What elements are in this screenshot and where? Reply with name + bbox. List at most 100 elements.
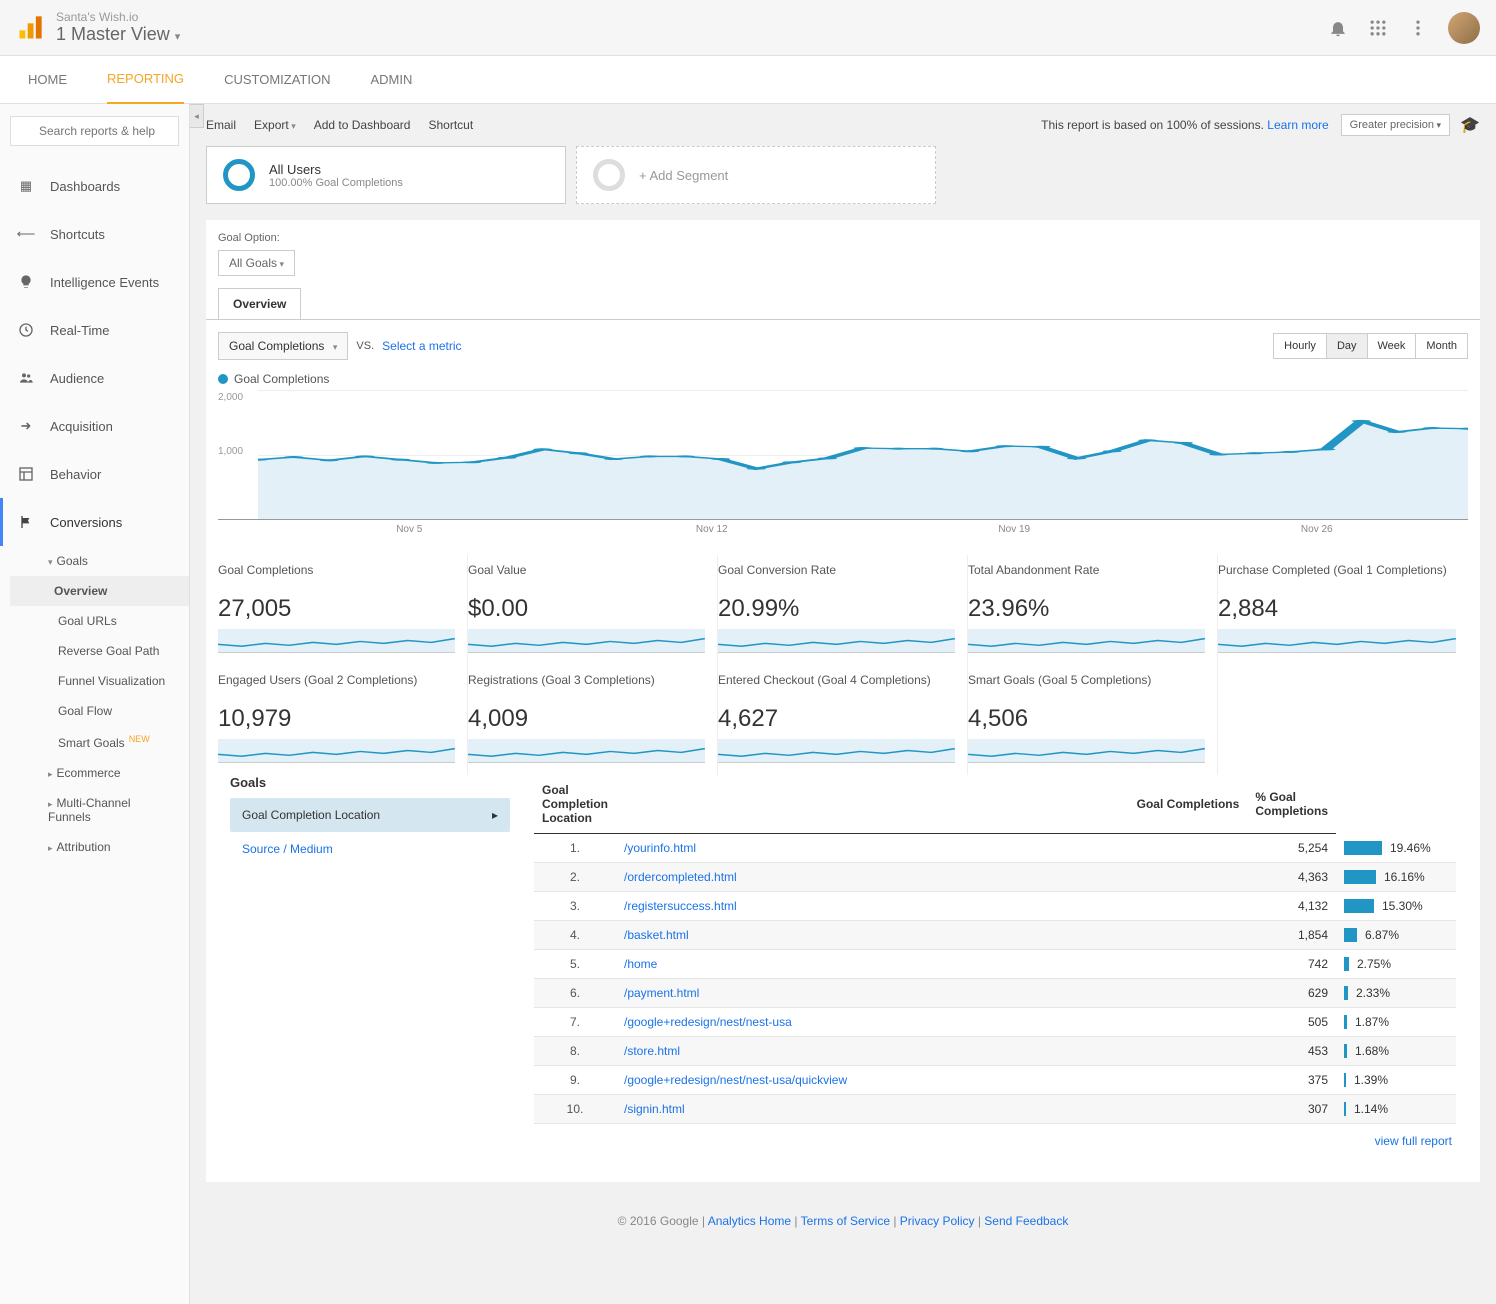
tab-customization[interactable]: CUSTOMIZATION (224, 56, 330, 103)
metric-card[interactable]: Purchase Completed (Goal 1 Completions) … (1218, 555, 1468, 665)
sidebar-group-multichannel[interactable]: Multi-Channel Funnels (20, 788, 179, 832)
sparkline (718, 739, 955, 763)
metric-card[interactable]: Goal Completions 27,005 (218, 555, 468, 665)
table-row: 5. /home 742 2.75% (534, 950, 1456, 979)
dim-goal-location[interactable]: Goal Completion Location▸ (230, 798, 510, 832)
sidebar: ▦Dashboards ⟵Shortcuts Intelligence Even… (0, 104, 190, 1304)
sparkline (968, 629, 1205, 653)
time-day[interactable]: Day (1326, 333, 1368, 359)
time-hourly[interactable]: Hourly (1273, 333, 1327, 359)
location-link[interactable]: /google+redesign/nest/nest-usa (616, 1008, 1247, 1037)
sparkline (218, 629, 455, 653)
add-dashboard-button[interactable]: Add to Dashboard (314, 118, 411, 132)
sidebar-item-audience[interactable]: Audience (10, 354, 179, 402)
location-link[interactable]: /signin.html (616, 1095, 1247, 1124)
sparkline (968, 739, 1205, 763)
metric-card[interactable]: Registrations (Goal 3 Completions) 4,009 (468, 665, 718, 775)
legend-dot-icon (218, 374, 228, 384)
sidebar-group-ecommerce[interactable]: Ecommerce (20, 758, 179, 788)
footer-link[interactable]: Analytics Home (708, 1214, 791, 1228)
vs-label: VS. (356, 340, 374, 352)
footer-link[interactable]: Send Feedback (984, 1214, 1068, 1228)
sidebar-item-acquisition[interactable]: ➜Acquisition (10, 402, 179, 450)
learn-more-link[interactable]: Learn more (1267, 118, 1328, 132)
metric-card[interactable]: Entered Checkout (Goal 4 Completions) 4,… (718, 665, 968, 775)
table-row: 6. /payment.html 629 2.33% (534, 979, 1456, 1008)
inner-tab-overview[interactable]: Overview (218, 288, 301, 319)
primary-metric-select[interactable]: Goal Completions (218, 332, 348, 360)
location-link[interactable]: /yourinfo.html (616, 834, 1247, 863)
clock-icon (16, 320, 36, 340)
tab-reporting[interactable]: REPORTING (107, 55, 184, 105)
avatar[interactable] (1448, 12, 1480, 44)
sidebar-sub-goal-urls[interactable]: Goal URLs (20, 606, 179, 636)
sparkline (468, 629, 705, 653)
legend-label: Goal Completions (234, 372, 329, 386)
chevron-right-icon: ▸ (492, 808, 498, 822)
location-link[interactable]: /basket.html (616, 921, 1247, 950)
sidebar-item-behavior[interactable]: Behavior (10, 450, 179, 498)
segment-all-users[interactable]: All Users 100.00% Goal Completions (206, 146, 566, 204)
apps-grid-icon[interactable] (1368, 18, 1388, 38)
sidebar-item-dashboards[interactable]: ▦Dashboards (10, 162, 179, 210)
location-link[interactable]: /payment.html (616, 979, 1247, 1008)
time-week[interactable]: Week (1367, 333, 1417, 359)
metric-card[interactable]: Smart Goals (Goal 5 Completions) 4,506 (968, 665, 1218, 775)
location-link[interactable]: /ordercompleted.html (616, 863, 1247, 892)
sidebar-group-goals[interactable]: Goals (20, 546, 179, 576)
sidebar-sub-overview[interactable]: Overview (10, 576, 189, 606)
footer-link[interactable]: Terms of Service (801, 1214, 890, 1228)
sparkline (218, 739, 455, 763)
footer-link[interactable]: Privacy Policy (900, 1214, 975, 1228)
goal-option-select[interactable]: All Goals (218, 250, 295, 276)
sidebar-item-realtime[interactable]: Real-Time (10, 306, 179, 354)
metric-card[interactable]: Total Abandonment Rate 23.96% (968, 555, 1218, 665)
table-row: 8. /store.html 453 1.68% (534, 1037, 1456, 1066)
more-vert-icon[interactable] (1408, 18, 1428, 38)
location-link[interactable]: /home (616, 950, 1247, 979)
shortcut-icon: ⟵ (16, 224, 36, 244)
sidebar-item-intelligence[interactable]: Intelligence Events (10, 258, 179, 306)
table-row: 2. /ordercompleted.html 4,363 16.16% (534, 863, 1456, 892)
sidebar-sub-reverse-goal[interactable]: Reverse Goal Path (20, 636, 179, 666)
secondary-metric-link[interactable]: Select a metric (382, 339, 461, 353)
time-month[interactable]: Month (1415, 333, 1468, 359)
view-full-report-link[interactable]: view full report (534, 1124, 1456, 1158)
new-badge: NEW (129, 734, 150, 744)
add-segment-button[interactable]: + Add Segment (576, 146, 936, 204)
metric-card[interactable]: Goal Conversion Rate 20.99% (718, 555, 968, 665)
precision-select[interactable]: Greater precision (1341, 114, 1450, 136)
sidebar-collapse-handle[interactable]: ◂ (190, 104, 204, 128)
metric-card[interactable]: Engaged Users (Goal 2 Completions) 10,97… (218, 665, 468, 775)
property-name: Santa's Wish.io (56, 10, 180, 24)
segment-circle-empty-icon (593, 159, 625, 191)
location-link[interactable]: /registersuccess.html (616, 892, 1247, 921)
table-row: 7. /google+redesign/nest/nest-usa 505 1.… (534, 1008, 1456, 1037)
metric-card[interactable]: Goal Value $0.00 (468, 555, 718, 665)
shortcut-button[interactable]: Shortcut (428, 118, 473, 132)
layout-icon (16, 464, 36, 484)
sidebar-sub-goal-flow[interactable]: Goal Flow (20, 696, 179, 726)
location-link[interactable]: /google+redesign/nest/nest-usa/quickview (616, 1066, 1247, 1095)
sidebar-group-attribution[interactable]: Attribution (20, 832, 179, 862)
search-input[interactable] (10, 116, 179, 146)
sidebar-item-shortcuts[interactable]: ⟵Shortcuts (10, 210, 179, 258)
flag-icon (16, 512, 36, 532)
export-button[interactable]: Export (254, 118, 296, 132)
sparkline (1218, 629, 1456, 653)
primary-tabs: HOME REPORTING CUSTOMIZATION ADMIN (0, 56, 1496, 104)
sidebar-sub-smart-goals[interactable]: Smart GoalsNEW (20, 726, 179, 758)
sidebar-item-conversions[interactable]: Conversions (10, 498, 179, 546)
segment-circle-icon (223, 159, 255, 191)
cap-icon[interactable]: 🎓 (1460, 115, 1480, 135)
sparkline (718, 629, 955, 653)
table-row: 9. /google+redesign/nest/nest-usa/quickv… (534, 1066, 1456, 1095)
bell-icon[interactable] (1328, 18, 1348, 38)
dim-source-medium[interactable]: Source / Medium (230, 832, 510, 866)
email-button[interactable]: Email (206, 118, 236, 132)
view-selector[interactable]: 1 Master View ▾ (56, 24, 180, 45)
tab-admin[interactable]: ADMIN (370, 56, 412, 103)
location-link[interactable]: /store.html (616, 1037, 1247, 1066)
sidebar-sub-funnel[interactable]: Funnel Visualization (20, 666, 179, 696)
tab-home[interactable]: HOME (28, 56, 67, 103)
